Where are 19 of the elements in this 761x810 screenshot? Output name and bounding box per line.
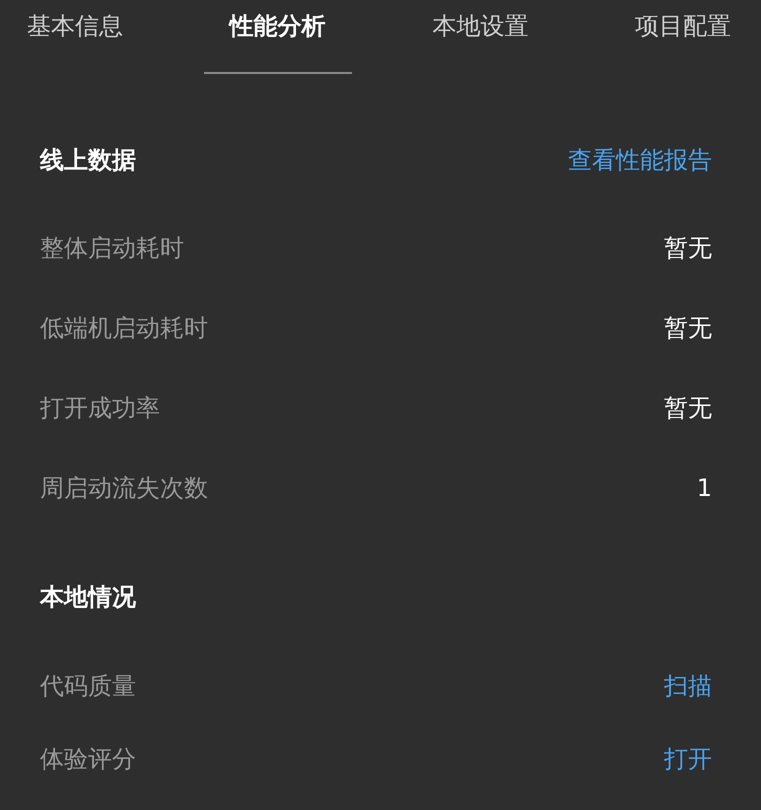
metric-label: 周启动流失次数: [40, 473, 208, 504]
metric-value: 暂无: [664, 233, 712, 264]
tab[interactable]: 项目配置: [608, 0, 757, 74]
action-link[interactable]: 扫描: [664, 670, 712, 702]
metric-label: 打开成功率: [40, 393, 160, 424]
section-title: 本地情况: [40, 582, 136, 613]
tab[interactable]: 基本信息: [1, 0, 149, 74]
metric-value: 暂无: [664, 393, 712, 424]
metric-label: 体验评分: [40, 744, 136, 774]
action-link[interactable]: 打开: [664, 742, 712, 774]
metric-value: 1: [696, 474, 712, 502]
metric-label: 整体启动耗时: [40, 233, 184, 264]
tab[interactable]: 本地设置: [406, 0, 554, 74]
section-title: 线上数据: [40, 145, 136, 176]
metric-label: 代码质量: [40, 670, 136, 702]
performance-report-link[interactable]: 查看性能报告: [568, 144, 712, 176]
metric-label: 低端机启动耗时: [40, 313, 208, 344]
tab[interactable]: 性能分析: [204, 0, 352, 74]
metric-value: 暂无: [664, 313, 712, 344]
